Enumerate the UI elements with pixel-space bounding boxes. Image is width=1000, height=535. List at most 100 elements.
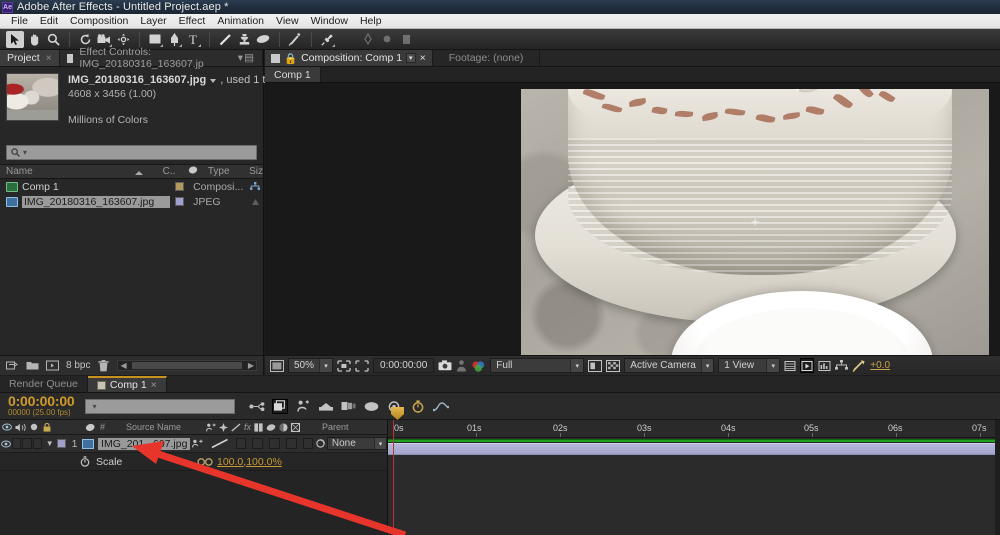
timeline-layer-row[interactable]: ▼ 1 IMG_201...607.jpg: [0, 435, 387, 453]
panel-menu-icon[interactable]: ▾▤: [238, 52, 255, 64]
composition-mini-flowchart-icon[interactable]: [249, 399, 265, 414]
exposure-value[interactable]: +0.0: [870, 360, 890, 371]
label-color-swatch[interactable]: [170, 182, 189, 191]
camera-view-select[interactable]: Active Camera ▾: [624, 358, 714, 373]
subtab-comp1[interactable]: Comp 1: [265, 67, 321, 82]
timeline-work-area-row[interactable]: [388, 438, 1000, 456]
parent-pickwhip-icon[interactable]: [314, 438, 326, 449]
timeline-current-time-group[interactable]: 0:00:00:00 00000 (25.00 fps): [0, 395, 75, 417]
search-dropdown-icon[interactable]: ▾: [23, 148, 27, 157]
menu-window[interactable]: Window: [305, 14, 354, 28]
brainstorm-icon[interactable]: [364, 399, 380, 414]
timeline-vertical-scrollbar[interactable]: [995, 420, 1000, 535]
composition-viewer[interactable]: [265, 83, 1000, 355]
layer-duration-bar[interactable]: [388, 443, 1000, 455]
menu-animation[interactable]: Animation: [211, 14, 270, 28]
frameblend-switch-cell[interactable]: [252, 438, 263, 449]
puppet-pin-tool[interactable]: [318, 31, 336, 48]
pixel-aspect-correction-icon[interactable]: [784, 358, 796, 373]
effects-switch-cell[interactable]: [236, 438, 247, 449]
lock-icon[interactable]: 🔒: [284, 52, 297, 65]
close-icon[interactable]: ×: [420, 52, 426, 64]
project-row-image[interactable]: IMG_20180316_163607.jpg JPEG: [0, 194, 263, 209]
tab-footage-none[interactable]: Footage: (none): [433, 50, 541, 66]
label-color-swatch[interactable]: [170, 197, 189, 206]
property-value-scale[interactable]: 100.0,100.0%: [214, 456, 282, 468]
snapshot-camera-icon[interactable]: [438, 358, 452, 373]
tab-composition-comp1[interactable]: 🔒 Composition: Comp 1 ▾ ×: [265, 50, 433, 66]
col-header-size[interactable]: Siz: [243, 166, 263, 177]
graph-editor-timer-icon[interactable]: [410, 399, 426, 414]
align-icon[interactable]: [359, 31, 377, 48]
always-preview-icon[interactable]: [270, 358, 284, 373]
timeline-playhead-handle[interactable]: [391, 407, 404, 420]
layer-solo-toggle[interactable]: [22, 438, 31, 449]
pan-behind-tool[interactable]: [114, 31, 132, 48]
timeline-property-row-scale[interactable]: Scale 100.0,100.0%: [0, 453, 387, 471]
layer-audio-toggle[interactable]: [12, 438, 21, 449]
project-row-comp1[interactable]: Comp 1 Composi...: [0, 179, 263, 194]
zoom-tool[interactable]: [44, 31, 62, 48]
menu-view[interactable]: View: [270, 14, 305, 28]
tab-timeline-comp1[interactable]: Comp 1 ×: [88, 376, 167, 392]
frame-blending-icon[interactable]: [318, 399, 334, 414]
brush-tool[interactable]: [216, 31, 234, 48]
stopwatch-icon[interactable]: [78, 456, 91, 467]
menu-composition[interactable]: Composition: [64, 14, 134, 28]
quality-switch-icon[interactable]: [209, 438, 230, 449]
col-header-swatch[interactable]: [182, 165, 202, 178]
comp-flowchart-icon[interactable]: [835, 358, 848, 373]
menu-edit[interactable]: Edit: [34, 14, 64, 28]
chevron-down-icon[interactable]: ▾: [406, 53, 416, 63]
magnification-select[interactable]: 50% ▾: [288, 358, 333, 373]
toggle-mask-paths-icon[interactable]: [355, 358, 369, 373]
transparency-grid-icon[interactable]: [606, 358, 620, 373]
selection-tool[interactable]: [6, 31, 24, 48]
scroll-right-icon[interactable]: ▶: [246, 361, 256, 370]
draft-3d-icon[interactable]: [272, 399, 288, 414]
roto-brush-tool[interactable]: [286, 31, 304, 48]
region-preview-icon[interactable]: [588, 358, 602, 373]
close-icon[interactable]: ×: [46, 53, 52, 64]
graph-editor-icon[interactable]: [433, 399, 449, 414]
hide-shy-layers-icon[interactable]: [295, 399, 311, 414]
layer-expand-triangle[interactable]: ▼: [43, 439, 56, 448]
camera-tool[interactable]: [95, 31, 113, 48]
fast-previews-icon[interactable]: [800, 358, 814, 373]
motion-blur-icon[interactable]: [341, 399, 357, 414]
col-header-c[interactable]: C..: [157, 166, 183, 177]
shape-tool[interactable]: [146, 31, 164, 48]
tab-effect-controls[interactable]: Effect Controls: IMG_20180316_163607.jp …: [60, 50, 263, 66]
timeline-graph-area[interactable]: 0s 01s 02s 03s 04s 05s 06s 07s: [388, 420, 1000, 535]
col-header-type[interactable]: Type: [202, 166, 243, 177]
timeline-search-box[interactable]: ▾: [85, 399, 235, 414]
chevron-down-icon[interactable]: [210, 79, 216, 83]
menu-help[interactable]: Help: [354, 14, 388, 28]
new-folder-icon[interactable]: [26, 360, 39, 372]
threed-switch-cell[interactable]: [303, 438, 314, 449]
rotation-tool[interactable]: [76, 31, 94, 48]
layer-video-toggle[interactable]: [0, 440, 12, 448]
interpret-footage-icon[interactable]: [6, 360, 19, 372]
scale-link-icon[interactable]: [196, 458, 214, 466]
layer-parent-select[interactable]: None ▾: [327, 437, 387, 450]
timeline-property-track-scale[interactable]: I: [388, 456, 1000, 474]
dot-icon[interactable]: [378, 31, 396, 48]
chevron-down-icon[interactable]: ▾: [766, 359, 779, 372]
shy-switch-icon[interactable]: [192, 439, 204, 448]
project-search-input[interactable]: [30, 147, 252, 158]
chevron-down-icon[interactable]: ▾: [374, 438, 386, 449]
show-snapshot-icon[interactable]: [456, 358, 467, 373]
layer-lock-toggle[interactable]: [33, 438, 42, 449]
menu-layer[interactable]: Layer: [134, 14, 172, 28]
pen-tool[interactable]: [165, 31, 183, 48]
work-area-bar[interactable]: [388, 439, 1000, 442]
chevron-down-icon[interactable]: ▾: [570, 359, 583, 372]
timeline-icon[interactable]: [818, 358, 831, 373]
timeline-ruler[interactable]: 0s 01s 02s 03s 04s 05s 06s 07s: [388, 420, 1000, 438]
timeline-search-input[interactable]: [100, 401, 232, 412]
current-time-display[interactable]: 0:00:00:00: [373, 358, 434, 373]
clone-stamp-tool[interactable]: [235, 31, 253, 48]
search-dropdown-icon[interactable]: ▾: [93, 402, 97, 411]
channel-rgb-icon[interactable]: [471, 358, 486, 373]
